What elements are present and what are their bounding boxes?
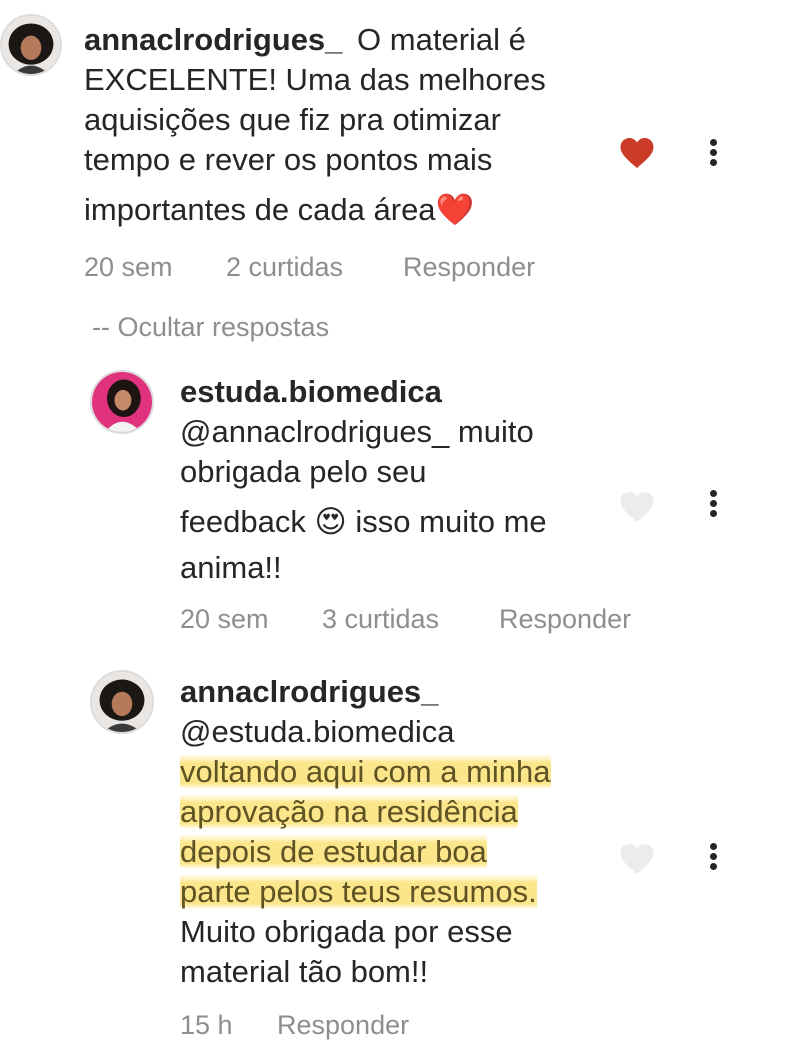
comment-text-line: O material é <box>357 22 526 57</box>
comment-text-line: tempo e rever os pontos mais <box>84 142 493 177</box>
heart-eyes-emoji: 😍 <box>314 504 347 539</box>
comment-time: 20 sem <box>84 252 173 282</box>
reply-likes[interactable]: 3 curtidas <box>322 604 439 635</box>
highlighted-text-line: depois de estudar boa <box>180 834 487 869</box>
reply-button[interactable]: Responder <box>277 1010 409 1041</box>
avatar-image <box>2 16 60 74</box>
comment-text-line: importantes de cada área <box>84 192 436 227</box>
highlighted-text-line: voltando aqui com a minha <box>180 754 551 789</box>
reply-text-line: obrigada pelo seu <box>180 454 427 489</box>
reply-text-line: anima!! <box>180 550 282 585</box>
avatar-image <box>92 372 152 432</box>
reply-body: annaclrodrigues_ @estuda.biomedica volta… <box>180 672 620 992</box>
reply-text-line: @annaclrodrigues_ muito <box>180 414 534 449</box>
comment-text-line: EXCELENTE! Uma das melhores <box>84 62 546 97</box>
more-options-button[interactable] <box>704 484 724 524</box>
like-button[interactable] <box>619 490 655 524</box>
reply-button[interactable]: Responder <box>499 604 631 635</box>
reply-text-line: material tão bom!! <box>180 954 429 989</box>
reply-text-line: isso muito me <box>355 504 547 539</box>
heart-icon <box>620 844 654 874</box>
reply-meta: 15 h Responder <box>180 1010 580 1044</box>
highlighted-text-line: parte pelos teus resumos. <box>180 874 537 909</box>
avatar[interactable] <box>90 670 154 734</box>
heart-icon <box>620 492 654 522</box>
reply-body: estuda.biomedica @annaclrodrigues_ muito… <box>180 372 610 588</box>
more-options-button[interactable] <box>704 837 724 877</box>
more-options-button[interactable] <box>704 133 724 173</box>
comment-likes[interactable]: 2 curtidas <box>226 252 343 283</box>
highlighted-text-line: aprovação na residência <box>180 794 518 829</box>
avatar-image <box>92 672 152 732</box>
reply-username[interactable]: annaclrodrigues_ <box>180 672 620 712</box>
comment-username[interactable]: annaclrodrigues_ <box>84 22 342 57</box>
reply-time: 15 h <box>180 1010 233 1040</box>
like-button[interactable] <box>619 842 655 876</box>
reply-button[interactable]: Responder <box>403 252 535 283</box>
reply-text-line: @estuda.biomedica <box>180 714 455 749</box>
reply-text-line: feedback <box>180 504 306 539</box>
red-heart-emoji: ❤️ <box>435 192 475 227</box>
reply-text-line: Muito obrigada por esse <box>180 914 513 949</box>
heart-icon <box>620 138 654 168</box>
avatar[interactable] <box>0 14 62 76</box>
reply-time: 20 sem <box>180 604 269 634</box>
comment-text-line: aquisições que fiz pra otimizar <box>84 102 501 137</box>
comment-body: annaclrodrigues_ O material é EXCELENTE!… <box>84 20 604 230</box>
avatar[interactable] <box>90 370 154 434</box>
reply-meta: 20 sem 3 curtidas Responder <box>180 604 680 638</box>
comment-meta: 20 sem 2 curtidas Responder <box>84 252 584 286</box>
reply-username[interactable]: estuda.biomedica <box>180 372 610 412</box>
hide-replies-button[interactable]: -- Ocultar respostas <box>92 312 329 343</box>
like-button[interactable] <box>619 136 655 170</box>
